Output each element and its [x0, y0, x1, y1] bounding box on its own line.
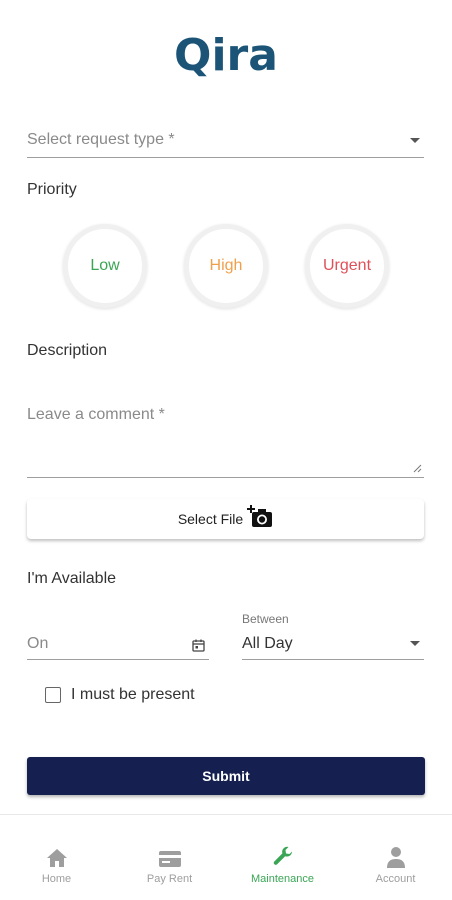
priority-low-label: Low: [90, 257, 120, 274]
credit-card-icon: [158, 843, 182, 869]
nav-label-maintenance: Maintenance: [251, 873, 314, 885]
home-icon: [45, 843, 69, 869]
wrench-icon: [271, 843, 295, 869]
comment-placeholder: Leave a comment *: [27, 406, 165, 423]
submit-button[interactable]: Submit: [27, 757, 425, 795]
nav-item-pay-rent[interactable]: Pay Rent: [113, 815, 226, 900]
logo-wordmark: Qira: [174, 30, 278, 81]
date-placeholder: On: [27, 635, 49, 652]
nav-item-account[interactable]: Account: [339, 815, 452, 900]
app-logo: Qira: [0, 26, 452, 86]
select-file-label: Select File: [177, 511, 244, 527]
must-be-present-label: I must be present: [71, 686, 195, 703]
priority-urgent-button[interactable]: Urgent: [305, 224, 389, 308]
request-type-select[interactable]: Select request type *: [27, 124, 424, 158]
availability-label: I'm Available: [27, 570, 117, 587]
nav-label-home: Home: [41, 873, 72, 885]
resize-handle-icon[interactable]: [413, 464, 422, 473]
submit-label: Submit: [202, 768, 250, 784]
calendar-icon[interactable]: [192, 639, 205, 652]
bottom-navigation: Home Pay Rent Maintenance Account: [0, 814, 452, 900]
comment-textarea[interactable]: Leave a comment *: [27, 398, 424, 478]
nav-item-home[interactable]: Home: [0, 815, 113, 900]
nav-label-account: Account: [375, 873, 416, 885]
date-input[interactable]: On: [27, 628, 209, 660]
chevron-down-icon: [410, 641, 420, 646]
description-label: Description: [27, 342, 108, 359]
maintenance-request-page: Qira Select request type * Priority Low …: [0, 0, 452, 900]
must-be-present-checkbox[interactable]: [45, 687, 61, 703]
add-camera-icon: [247, 505, 273, 527]
time-window-value: All Day: [242, 635, 293, 652]
priority-high-button[interactable]: High: [184, 224, 268, 308]
priority-urgent-label: Urgent: [322, 257, 372, 274]
must-be-present-row: I must be present: [45, 685, 195, 705]
select-file-button[interactable]: Select File: [27, 499, 424, 539]
time-window-select[interactable]: All Day: [242, 628, 424, 660]
priority-low-button[interactable]: Low: [63, 224, 147, 308]
priority-label: Priority: [27, 181, 77, 198]
priority-high-label: High: [209, 257, 243, 274]
chevron-down-icon: [410, 138, 420, 143]
nav-label-pay-rent: Pay Rent: [146, 873, 193, 885]
nav-item-maintenance[interactable]: Maintenance: [226, 815, 339, 900]
request-type-placeholder: Select request type *: [27, 131, 175, 148]
person-icon: [385, 843, 407, 869]
between-label: Between: [242, 612, 289, 626]
